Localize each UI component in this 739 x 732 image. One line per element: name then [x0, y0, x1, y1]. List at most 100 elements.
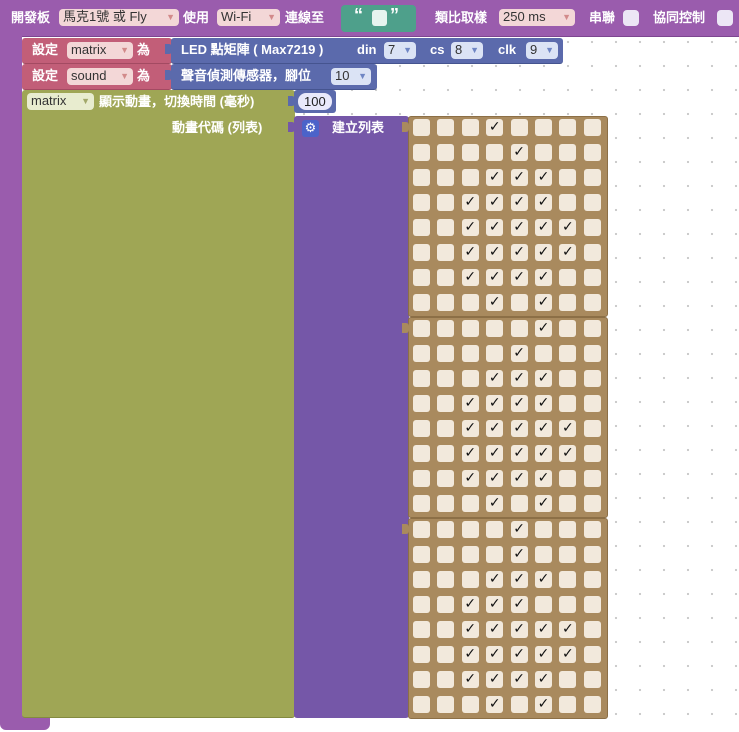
- led-cell-on[interactable]: ✓: [461, 470, 479, 487]
- led-cell-off[interactable]: [559, 571, 577, 588]
- led-cell-off[interactable]: [535, 546, 552, 563]
- led-cell-on[interactable]: ✓: [486, 370, 504, 387]
- din-dropdown[interactable]: 7 ▼: [384, 42, 416, 59]
- led-cell-off[interactable]: [583, 521, 601, 538]
- led-cell-off[interactable]: [510, 495, 528, 512]
- led-cell-on[interactable]: ✓: [486, 696, 504, 713]
- led-cell-off[interactable]: [461, 119, 479, 136]
- led-cell-on[interactable]: ✓: [486, 671, 504, 688]
- led-cell-off[interactable]: [583, 119, 601, 136]
- led-cell-on[interactable]: ✓: [510, 546, 528, 563]
- led-cell-off[interactable]: [413, 269, 430, 286]
- led-cell-off[interactable]: [437, 621, 455, 638]
- led-cell-on[interactable]: ✓: [486, 119, 504, 136]
- led-cell-on[interactable]: ✓: [559, 420, 577, 437]
- led-cell-off[interactable]: [437, 320, 455, 337]
- led-cell-on[interactable]: ✓: [461, 646, 479, 663]
- led-cell-on[interactable]: ✓: [535, 420, 552, 437]
- led-cell-on[interactable]: ✓: [461, 445, 479, 462]
- led-cell-off[interactable]: [583, 495, 601, 512]
- led-cell-on[interactable]: ✓: [486, 395, 504, 412]
- led-cell-off[interactable]: [413, 571, 430, 588]
- led-cell-on[interactable]: ✓: [486, 420, 504, 437]
- led-cell-off[interactable]: [461, 495, 479, 512]
- led-cell-off[interactable]: [413, 370, 430, 387]
- led-cell-off[interactable]: [486, 320, 504, 337]
- led-cell-off[interactable]: [583, 370, 601, 387]
- led-cell-off[interactable]: [559, 194, 577, 211]
- led-cell-off[interactable]: [559, 546, 577, 563]
- led-cell-on[interactable]: ✓: [510, 244, 528, 261]
- led-cell-on[interactable]: ✓: [461, 244, 479, 261]
- led-cell-off[interactable]: [559, 144, 577, 161]
- led-cell-off[interactable]: [583, 621, 601, 638]
- led-cell-off[interactable]: [413, 646, 430, 663]
- led-cell-off[interactable]: [437, 269, 455, 286]
- led-cell-on[interactable]: ✓: [486, 445, 504, 462]
- led-cell-on[interactable]: ✓: [535, 646, 552, 663]
- clk-dropdown[interactable]: 9 ▼: [526, 42, 558, 59]
- board-dropdown[interactable]: 馬克1號 或 Fly ▼: [59, 9, 179, 26]
- led-cell-on[interactable]: ✓: [510, 596, 528, 613]
- led-cell-on[interactable]: ✓: [559, 219, 577, 236]
- led-cell-on[interactable]: ✓: [461, 596, 479, 613]
- led-cell-on[interactable]: ✓: [535, 445, 552, 462]
- create-list-block[interactable]: [294, 116, 409, 718]
- led-cell-off[interactable]: [583, 194, 601, 211]
- led-cell-off[interactable]: [437, 646, 455, 663]
- led-cell-on[interactable]: ✓: [510, 445, 528, 462]
- led-cell-on[interactable]: ✓: [535, 370, 552, 387]
- led-cell-off[interactable]: [437, 671, 455, 688]
- led-cell-on[interactable]: ✓: [510, 194, 528, 211]
- led-cell-on[interactable]: ✓: [510, 269, 528, 286]
- led-cell-off[interactable]: [559, 345, 577, 362]
- matrix-var-dropdown[interactable]: matrix ▼: [67, 42, 133, 59]
- led-cell-off[interactable]: [583, 546, 601, 563]
- led-cell-on[interactable]: ✓: [486, 169, 504, 186]
- led-cell-off[interactable]: [461, 144, 479, 161]
- led-cell-off[interactable]: [583, 646, 601, 663]
- led-cell-off[interactable]: [437, 345, 455, 362]
- led-cell-off[interactable]: [559, 269, 577, 286]
- led-cell-on[interactable]: ✓: [486, 621, 504, 638]
- led-cell-off[interactable]: [583, 671, 601, 688]
- led-cell-off[interactable]: [486, 345, 504, 362]
- led-cell-off[interactable]: [413, 671, 430, 688]
- led-cell-on[interactable]: ✓: [486, 470, 504, 487]
- led-cell-off[interactable]: [559, 671, 577, 688]
- led-cell-off[interactable]: [413, 521, 430, 538]
- led-cell-on[interactable]: ✓: [510, 470, 528, 487]
- led-cell-off[interactable]: [583, 470, 601, 487]
- animation-var-dropdown[interactable]: matrix ▼: [27, 93, 94, 110]
- led-cell-on[interactable]: ✓: [510, 144, 528, 161]
- led-cell-on[interactable]: ✓: [535, 571, 552, 588]
- led-cell-off[interactable]: [413, 546, 430, 563]
- serial-checkbox[interactable]: [623, 10, 639, 26]
- led-cell-off[interactable]: [437, 294, 455, 311]
- led-cell-on[interactable]: ✓: [510, 219, 528, 236]
- led-cell-off[interactable]: [413, 420, 430, 437]
- led-cell-on[interactable]: ✓: [535, 621, 552, 638]
- led-cell-on[interactable]: ✓: [535, 169, 552, 186]
- led-cell-off[interactable]: [461, 571, 479, 588]
- led-cell-on[interactable]: ✓: [486, 219, 504, 236]
- led-cell-on[interactable]: ✓: [535, 495, 552, 512]
- led-cell-off[interactable]: [413, 294, 430, 311]
- led-cell-on[interactable]: ✓: [535, 320, 552, 337]
- led-cell-off[interactable]: [461, 521, 479, 538]
- cs-dropdown[interactable]: 8 ▼: [451, 42, 483, 59]
- led-cell-off[interactable]: [413, 395, 430, 412]
- led-cell-on[interactable]: ✓: [535, 696, 552, 713]
- led-cell-off[interactable]: [413, 445, 430, 462]
- led-cell-on[interactable]: ✓: [535, 671, 552, 688]
- led-cell-on[interactable]: ✓: [510, 571, 528, 588]
- led-cell-off[interactable]: [559, 119, 577, 136]
- led-cell-on[interactable]: ✓: [559, 244, 577, 261]
- sound-pin-dropdown[interactable]: 10 ▼: [331, 68, 371, 85]
- led-cell-off[interactable]: [559, 370, 577, 387]
- sampling-dropdown[interactable]: 250 ms ▼: [499, 9, 575, 26]
- led-cell-off[interactable]: [583, 395, 601, 412]
- led-cell-on[interactable]: ✓: [486, 269, 504, 286]
- led-cell-off[interactable]: [437, 219, 455, 236]
- led-cell-off[interactable]: [437, 119, 455, 136]
